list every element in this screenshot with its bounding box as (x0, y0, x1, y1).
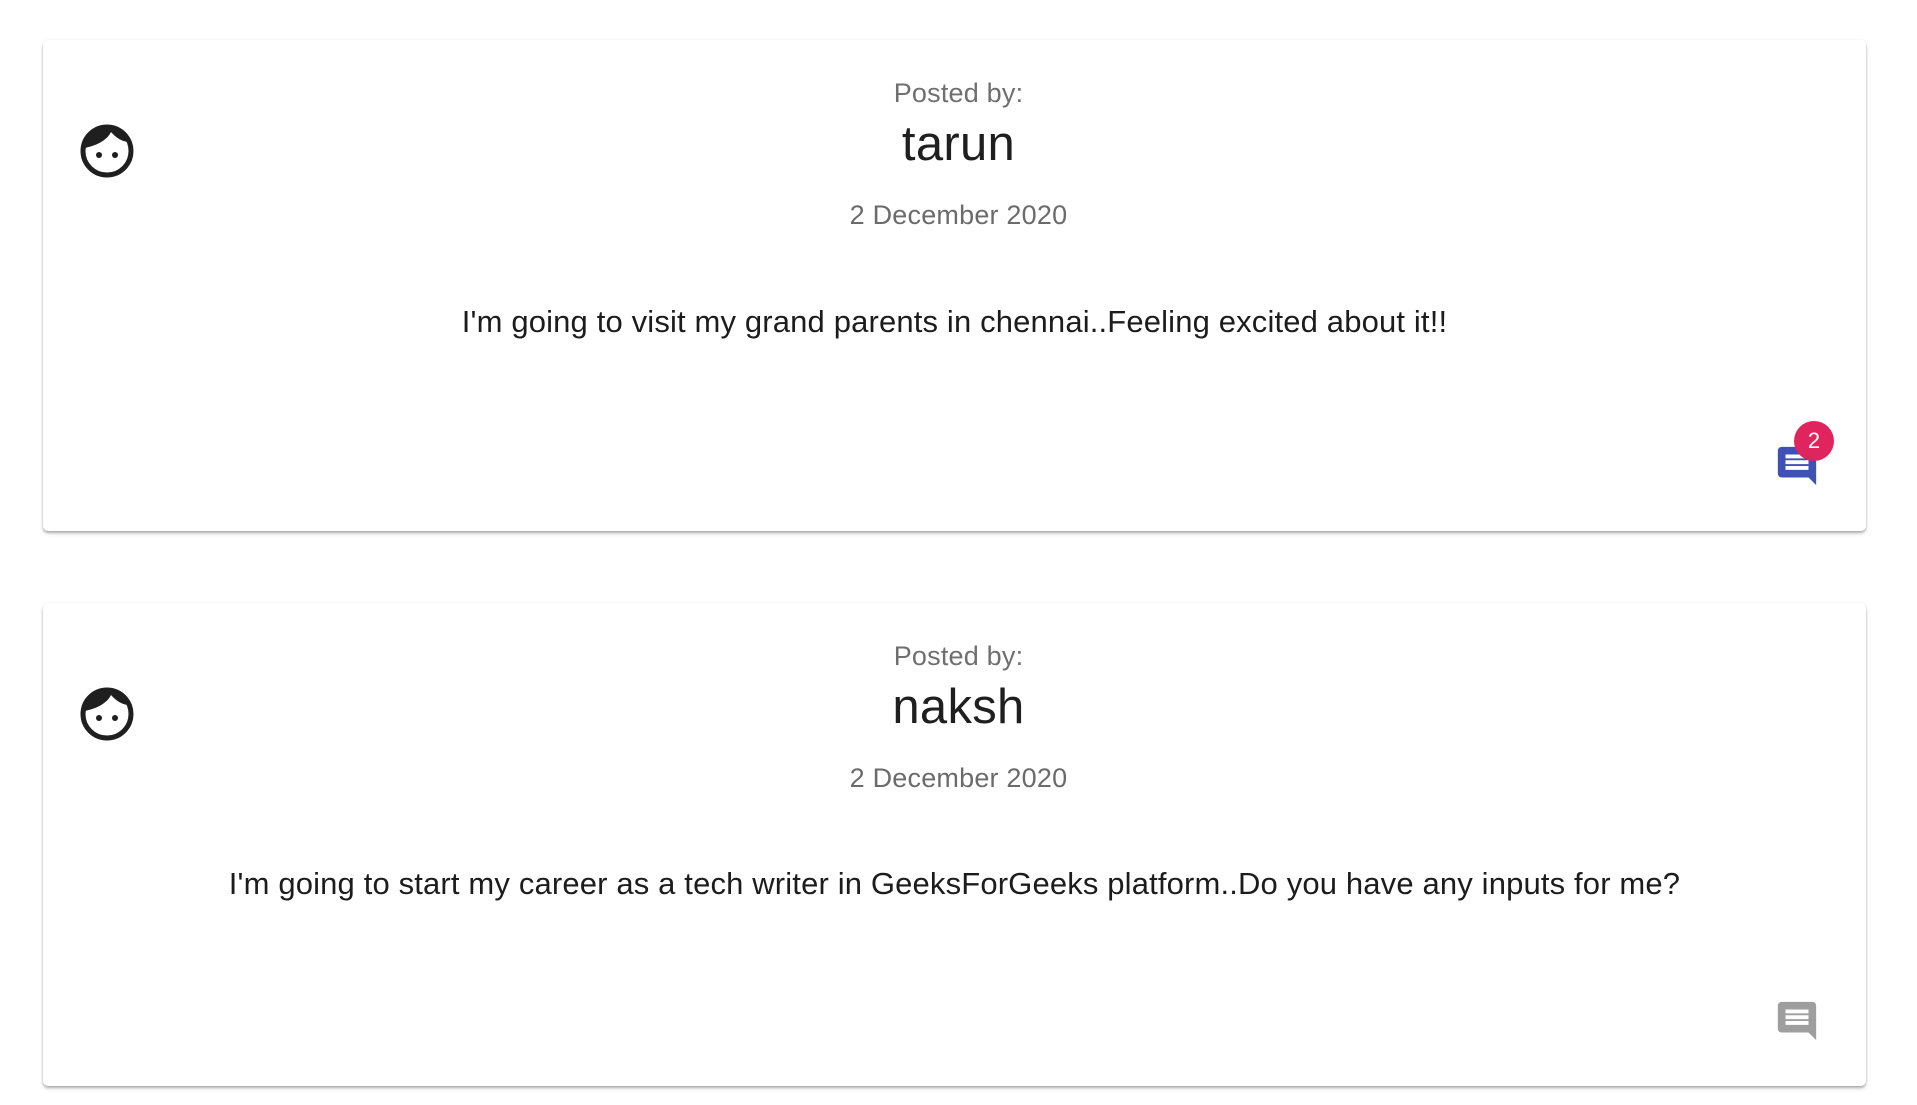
comments-button[interactable]: 2 (1766, 421, 1834, 489)
comment-icon (1777, 1001, 1817, 1041)
author-name: tarun (901, 117, 1016, 171)
post-body: I'm going to visit my grand parents in c… (461, 304, 1448, 339)
post-feed: Posted by: tarun 2 December 2020 I'm goi… (0, 0, 1917, 1105)
post-card: Posted by: tarun 2 December 2020 I'm goi… (43, 40, 1866, 531)
post-date: 2 December 2020 (849, 763, 1068, 793)
posted-by-label: Posted by: (893, 641, 1024, 671)
post-card: Posted by: naksh 2 December 2020 I'm goi… (43, 603, 1866, 1086)
author-name: naksh (892, 680, 1025, 734)
posted-by-label: Posted by: (893, 78, 1024, 108)
comment-count-badge: 2 (1794, 421, 1834, 461)
comments-button[interactable] (1766, 984, 1826, 1044)
post-body: I'm going to start my career as a tech w… (228, 866, 1681, 901)
post-date: 2 December 2020 (849, 200, 1068, 230)
